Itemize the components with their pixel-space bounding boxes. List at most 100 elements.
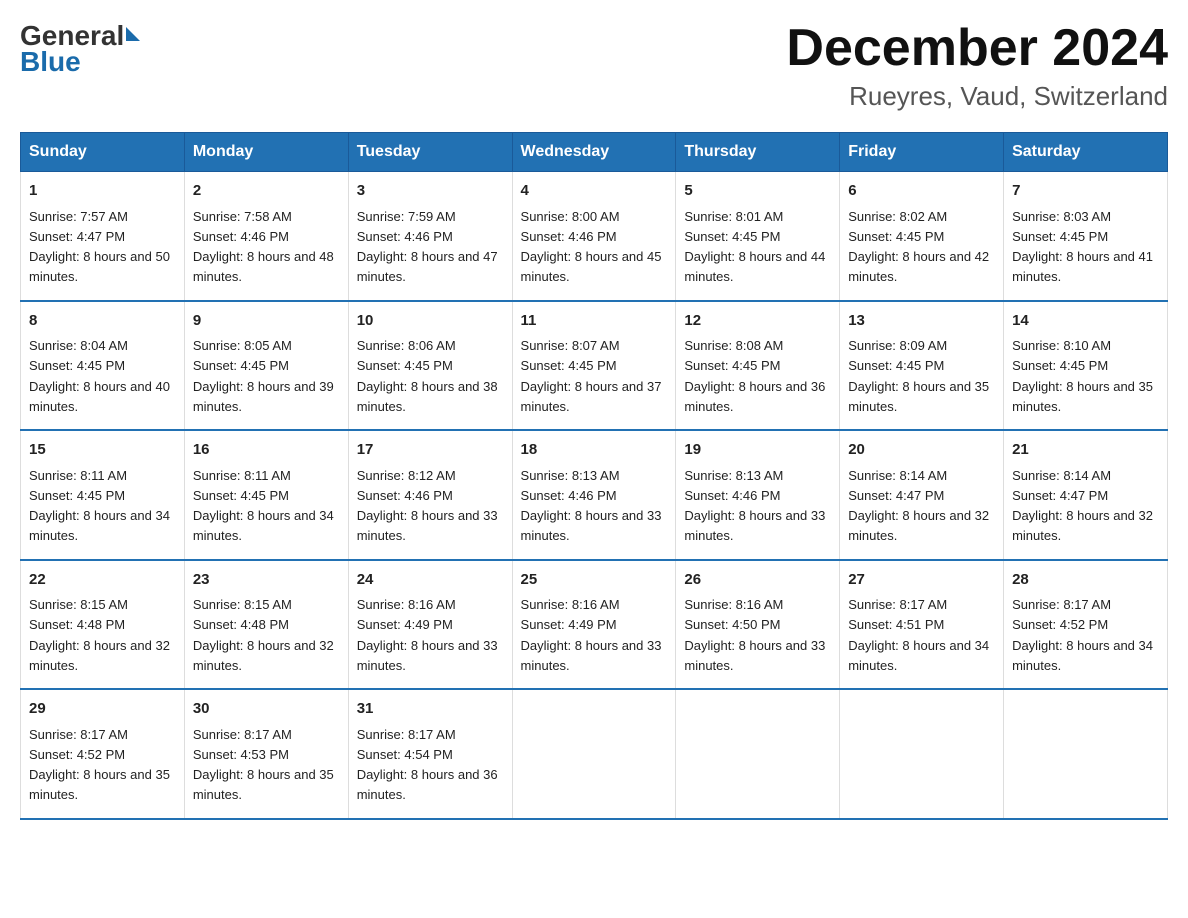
day-info: Sunrise: 8:14 AMSunset: 4:47 PMDaylight:…: [848, 468, 989, 544]
calendar-cell: 7Sunrise: 8:03 AMSunset: 4:45 PMDaylight…: [1004, 172, 1168, 301]
day-number: 2: [193, 180, 340, 203]
day-number: 30: [193, 698, 340, 721]
calendar-cell: [840, 689, 1004, 819]
calendar-cell: 22 Sunrise: 8:15 AMSunset: 4:48 PMDayligh…: [21, 560, 185, 690]
day-number: 21: [1012, 439, 1159, 462]
calendar-cell: 16Sunrise: 8:11 AMSunset: 4:45 PMDayligh…: [184, 430, 348, 560]
calendar-cell: 24 Sunrise: 8:16 AMSunset: 4:49 PMDayligh…: [348, 560, 512, 690]
day-number: 4: [521, 180, 668, 203]
day-info: Sunrise: 8:06 AMSunset: 4:45 PMDaylight:…: [357, 338, 498, 414]
day-number: 5: [684, 180, 831, 203]
calendar-cell: 15 Sunrise: 8:11 AMSunset: 4:45 PMDayligh…: [21, 430, 185, 560]
header-monday: Monday: [184, 133, 348, 172]
day-number: 26: [684, 569, 831, 592]
day-number: 10: [357, 310, 504, 333]
calendar-cell: [512, 689, 676, 819]
day-info: Sunrise: 8:17 AMSunset: 4:52 PMDaylight:…: [1012, 597, 1153, 673]
day-info: Sunrise: 8:08 AMSunset: 4:45 PMDaylight:…: [684, 338, 825, 414]
day-info: Sunrise: 8:07 AMSunset: 4:45 PMDaylight:…: [521, 338, 662, 414]
calendar-week-row: 8Sunrise: 8:04 AMSunset: 4:45 PMDaylight…: [21, 301, 1168, 431]
calendar-cell: 9 Sunrise: 8:05 AMSunset: 4:45 PMDaylight…: [184, 301, 348, 431]
calendar-header-row: SundayMondayTuesdayWednesdayThursdayFrid…: [21, 133, 1168, 172]
day-info: Sunrise: 8:16 AMSunset: 4:50 PMDaylight:…: [684, 597, 825, 673]
day-info: Sunrise: 8:11 AMSunset: 4:45 PMDaylight:…: [29, 468, 170, 544]
day-number: 25: [521, 569, 668, 592]
day-info: Sunrise: 8:01 AMSunset: 4:45 PMDaylight:…: [684, 209, 825, 285]
day-number: 8: [29, 310, 176, 333]
calendar-week-row: 29 Sunrise: 8:17 AMSunset: 4:52 PMDayligh…: [21, 689, 1168, 819]
day-number: 6: [848, 180, 995, 203]
day-info: Sunrise: 8:09 AMSunset: 4:45 PMDaylight:…: [848, 338, 989, 414]
day-number: 12: [684, 310, 831, 333]
day-number: 23: [193, 569, 340, 592]
day-number: 22: [29, 569, 176, 592]
day-number: 31: [357, 698, 504, 721]
header-sunday: Sunday: [21, 133, 185, 172]
day-info: Sunrise: 8:17 AMSunset: 4:51 PMDaylight:…: [848, 597, 989, 673]
calendar-cell: 4 Sunrise: 8:00 AMSunset: 4:46 PMDaylight…: [512, 172, 676, 301]
page-title: December 2024: [786, 20, 1168, 77]
calendar-cell: 13 Sunrise: 8:09 AMSunset: 4:45 PMDayligh…: [840, 301, 1004, 431]
day-info: Sunrise: 8:00 AMSunset: 4:46 PMDaylight:…: [521, 209, 662, 285]
day-info: Sunrise: 8:10 AMSunset: 4:45 PMDaylight:…: [1012, 338, 1153, 414]
page-header: General Blue December 2024 Rueyres, Vaud…: [20, 20, 1168, 112]
day-number: 18: [521, 439, 668, 462]
day-info: Sunrise: 8:13 AMSunset: 4:46 PMDaylight:…: [521, 468, 662, 544]
day-info: Sunrise: 8:14 AMSunset: 4:47 PMDaylight:…: [1012, 468, 1153, 544]
day-number: 19: [684, 439, 831, 462]
day-info: Sunrise: 8:13 AMSunset: 4:46 PMDaylight:…: [684, 468, 825, 544]
calendar-cell: 28Sunrise: 8:17 AMSunset: 4:52 PMDayligh…: [1004, 560, 1168, 690]
day-info: Sunrise: 8:05 AMSunset: 4:45 PMDaylight:…: [193, 338, 334, 414]
calendar-cell: 21 Sunrise: 8:14 AMSunset: 4:47 PMDayligh…: [1004, 430, 1168, 560]
calendar-cell: 23 Sunrise: 8:15 AMSunset: 4:48 PMDayligh…: [184, 560, 348, 690]
calendar-week-row: 15 Sunrise: 8:11 AMSunset: 4:45 PMDayligh…: [21, 430, 1168, 560]
day-number: 11: [521, 310, 668, 333]
calendar-cell: 1Sunrise: 7:57 AMSunset: 4:47 PMDaylight…: [21, 172, 185, 301]
day-number: 14: [1012, 310, 1159, 333]
day-info: Sunrise: 8:02 AMSunset: 4:45 PMDaylight:…: [848, 209, 989, 285]
header-wednesday: Wednesday: [512, 133, 676, 172]
title-block: December 2024 Rueyres, Vaud, Switzerland: [786, 20, 1168, 112]
day-number: 24: [357, 569, 504, 592]
day-number: 1: [29, 180, 176, 203]
day-number: 27: [848, 569, 995, 592]
day-info: Sunrise: 8:15 AMSunset: 4:48 PMDaylight:…: [29, 597, 170, 673]
day-number: 9: [193, 310, 340, 333]
calendar-cell: 27 Sunrise: 8:17 AMSunset: 4:51 PMDayligh…: [840, 560, 1004, 690]
calendar-cell: 26 Sunrise: 8:16 AMSunset: 4:50 PMDayligh…: [676, 560, 840, 690]
calendar-week-row: 22 Sunrise: 8:15 AMSunset: 4:48 PMDayligh…: [21, 560, 1168, 690]
calendar-cell: 14 Sunrise: 8:10 AMSunset: 4:45 PMDayligh…: [1004, 301, 1168, 431]
calendar-cell: 10 Sunrise: 8:06 AMSunset: 4:45 PMDayligh…: [348, 301, 512, 431]
calendar-cell: [676, 689, 840, 819]
header-thursday: Thursday: [676, 133, 840, 172]
calendar-cell: 25Sunrise: 8:16 AMSunset: 4:49 PMDayligh…: [512, 560, 676, 690]
calendar-cell: 3Sunrise: 7:59 AMSunset: 4:46 PMDaylight…: [348, 172, 512, 301]
day-info: Sunrise: 8:03 AMSunset: 4:45 PMDaylight:…: [1012, 209, 1153, 285]
header-saturday: Saturday: [1004, 133, 1168, 172]
day-info: Sunrise: 8:11 AMSunset: 4:45 PMDaylight:…: [193, 468, 334, 544]
day-info: Sunrise: 7:58 AMSunset: 4:46 PMDaylight:…: [193, 209, 334, 285]
day-info: Sunrise: 8:12 AMSunset: 4:46 PMDaylight:…: [357, 468, 498, 544]
day-number: 20: [848, 439, 995, 462]
calendar-cell: [1004, 689, 1168, 819]
calendar-cell: 19 Sunrise: 8:13 AMSunset: 4:46 PMDayligh…: [676, 430, 840, 560]
page-subtitle: Rueyres, Vaud, Switzerland: [786, 81, 1168, 112]
calendar-cell: 8Sunrise: 8:04 AMSunset: 4:45 PMDaylight…: [21, 301, 185, 431]
calendar-table: SundayMondayTuesdayWednesdayThursdayFrid…: [20, 132, 1168, 820]
header-friday: Friday: [840, 133, 1004, 172]
day-number: 29: [29, 698, 176, 721]
day-number: 15: [29, 439, 176, 462]
day-info: Sunrise: 8:17 AMSunset: 4:52 PMDaylight:…: [29, 727, 170, 803]
calendar-cell: 6 Sunrise: 8:02 AMSunset: 4:45 PMDaylight…: [840, 172, 1004, 301]
calendar-cell: 29 Sunrise: 8:17 AMSunset: 4:52 PMDayligh…: [21, 689, 185, 819]
calendar-cell: 31 Sunrise: 8:17 AMSunset: 4:54 PMDayligh…: [348, 689, 512, 819]
calendar-cell: 20 Sunrise: 8:14 AMSunset: 4:47 PMDayligh…: [840, 430, 1004, 560]
day-info: Sunrise: 8:16 AMSunset: 4:49 PMDaylight:…: [357, 597, 498, 673]
day-number: 13: [848, 310, 995, 333]
calendar-cell: 11 Sunrise: 8:07 AMSunset: 4:45 PMDayligh…: [512, 301, 676, 431]
logo: General Blue: [20, 20, 140, 78]
calendar-cell: 17Sunrise: 8:12 AMSunset: 4:46 PMDayligh…: [348, 430, 512, 560]
day-info: Sunrise: 8:17 AMSunset: 4:54 PMDaylight:…: [357, 727, 498, 803]
day-info: Sunrise: 8:15 AMSunset: 4:48 PMDaylight:…: [193, 597, 334, 673]
calendar-cell: 5 Sunrise: 8:01 AMSunset: 4:45 PMDaylight…: [676, 172, 840, 301]
